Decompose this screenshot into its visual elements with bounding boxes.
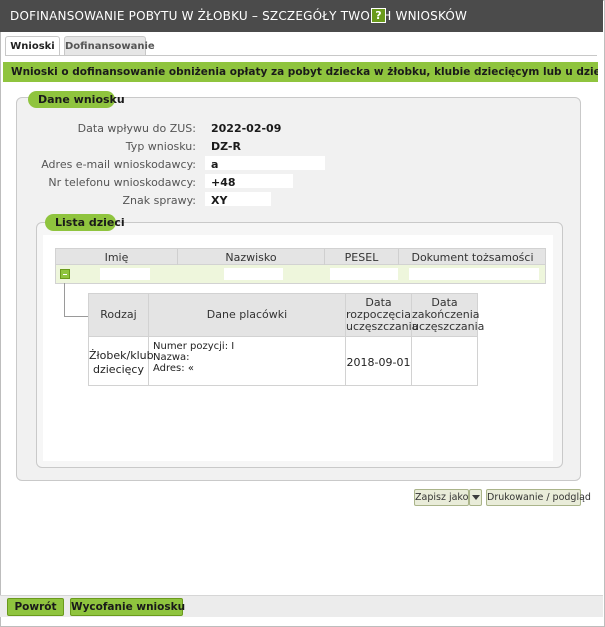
cell-dane-placowki-adres: Adres: « (153, 363, 194, 374)
cell-imie (100, 268, 150, 280)
tab-divider (5, 55, 597, 56)
chevron-down-icon (471, 495, 480, 500)
help-icon[interactable]: ? (371, 8, 386, 23)
column-divider (411, 294, 412, 385)
tree-connector (64, 316, 88, 317)
collapse-icon[interactable] (60, 269, 70, 279)
cell-dane-placowki-nr: Numer pozycji: I (153, 341, 235, 352)
field-label-znak-sprawy: Znak sprawy: (122, 194, 196, 207)
cell-nazwisko (224, 268, 283, 280)
tab-wnioski[interactable]: Wnioski (5, 36, 60, 56)
field-value-telefon: +48 (211, 176, 236, 189)
window-title: DOFINANSOWANIE POBYTU W ŻŁOBKU – SZCZEGÓ… (10, 9, 468, 23)
column-header-dane-placowki[interactable]: Dane placówki (149, 309, 345, 321)
field-label-telefon: Nr telefonu wnioskodawcy: (48, 176, 196, 189)
save-as-dropdown-button[interactable] (469, 489, 482, 506)
cell-data-rozpoczecia: 2018-09-01 (346, 356, 411, 369)
children-grid-header: Imię Nazwisko PESEL Dokument tożsamości (55, 248, 546, 266)
section-title-lista-dzieci: Lista dzieci (45, 214, 125, 231)
field-label-email: Adres e-mail wnioskodawcy: (41, 158, 196, 171)
section-banner: Wnioski o dofinansowanie obniżenia opłat… (3, 62, 598, 82)
column-header-data-rozpoczecia[interactable]: Data rozpoczęcia uczęszczania (346, 297, 418, 333)
cell-pesel (330, 268, 398, 280)
column-header-dokument[interactable]: Dokument tożsamości (399, 251, 546, 264)
column-header-nazwisko[interactable]: Nazwisko (178, 251, 324, 264)
cell-rodzaj: Żłobek/klub dziecięcy (89, 349, 154, 376)
column-header-pesel[interactable]: PESEL (325, 251, 398, 264)
column-header-rodzaj[interactable]: Rodzaj (89, 309, 148, 321)
facility-subtable: Rodzaj Dane placówki Data rozpoczęcia uc… (88, 293, 484, 386)
tab-dofinansowanie[interactable]: Dofinansowanie (64, 36, 155, 56)
cell-dane-placowki-nazwa: Nazwa: (153, 352, 190, 363)
title-bar: DOFINANSOWANIE POBYTU W ŻŁOBKU – SZCZEGÓ… (0, 0, 603, 32)
save-as-button[interactable]: Zapisz jako (414, 489, 469, 506)
column-header-imie[interactable]: Imię (56, 251, 177, 264)
section-title-dane-wniosku: Dane wniosku (28, 91, 125, 108)
field-value-email: a (211, 158, 219, 171)
column-divider (345, 294, 346, 385)
field-label-data-wplywu: Data wpływu do ZUS: (77, 122, 196, 135)
field-value-typ-wniosku: DZ-R (211, 140, 241, 153)
back-button[interactable]: Powrót (7, 598, 64, 616)
column-divider (148, 294, 149, 385)
tree-connector (64, 283, 65, 317)
field-label-typ-wniosku: Typ wniosku: (125, 140, 196, 153)
field-value-znak-sprawy: XY (211, 194, 228, 207)
email-box (205, 156, 325, 170)
withdraw-application-button[interactable]: Wycofanie wniosku (70, 598, 185, 616)
field-value-data-wplywu: 2022-02-09 (211, 122, 282, 135)
print-preview-button[interactable]: Drukowanie / podgląd (486, 489, 591, 506)
column-header-data-zakonczenia[interactable]: Data zakończenia uczęszczania (412, 297, 484, 333)
cell-dokument (409, 268, 539, 280)
